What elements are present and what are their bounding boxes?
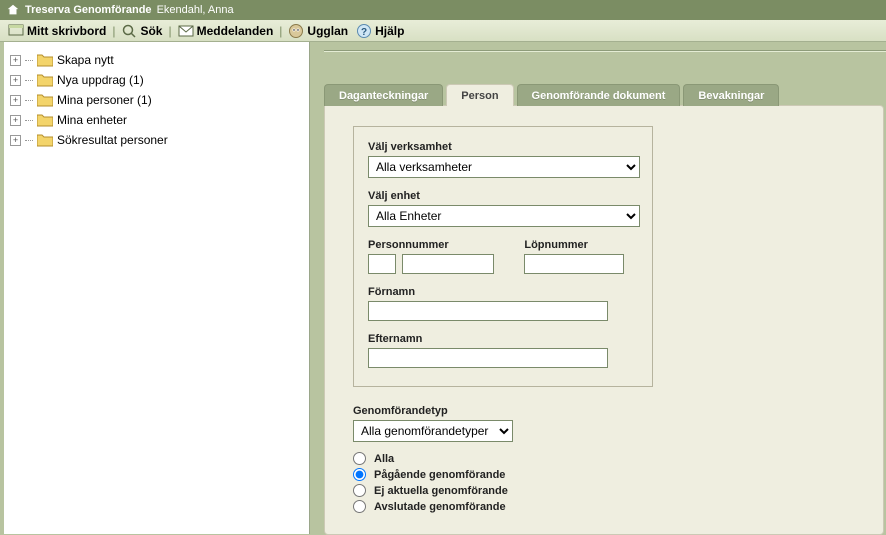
radio-avslutade[interactable]: Avslutade genomförande — [353, 500, 653, 513]
titlebar: Treserva Genomförande Ekendahl, Anna — [0, 0, 886, 20]
workspace: + Skapa nytt + Nya uppdrag (1) + — [0, 42, 886, 534]
tree-line — [25, 140, 33, 141]
tabs: Daganteckningar Person Genomförande doku… — [324, 84, 886, 106]
expand-icon[interactable]: + — [10, 55, 21, 66]
input-lopnummer[interactable] — [524, 254, 624, 274]
select-verksamhet[interactable]: Alla verksamheter — [368, 156, 640, 178]
separator: | — [277, 24, 284, 38]
menu-search[interactable]: Sök — [117, 23, 166, 39]
search-icon — [121, 23, 137, 39]
select-genomforandetyp[interactable]: Alla genomförandetyper — [353, 420, 513, 442]
desktop-icon — [8, 23, 24, 39]
status-radio-group: Alla Pågående genomförande Ej aktuella g… — [353, 452, 653, 513]
separator: | — [166, 24, 173, 38]
radio-ej-aktuella-label: Ej aktuella genomförande — [374, 485, 508, 497]
tree-item-skapa-nytt[interactable]: + Skapa nytt — [10, 50, 303, 70]
svg-text:?: ? — [361, 27, 367, 38]
tree-item-label: Nya uppdrag (1) — [57, 73, 144, 87]
menu-help[interactable]: ? Hjälp — [352, 23, 408, 39]
panel-person: Välj verksamhet Alla verksamheter Välj e… — [324, 105, 884, 535]
filter-section: Genomförandetyp Alla genomförandetyper A… — [353, 405, 653, 513]
label-personnummer: Personnummer — [368, 239, 494, 251]
menu-help-label: Hjälp — [375, 24, 404, 38]
folder-icon — [37, 113, 53, 127]
label-lopnummer: Löpnummer — [524, 239, 624, 251]
separator: | — [110, 24, 117, 38]
menu-desktop[interactable]: Mitt skrivbord — [4, 23, 110, 39]
label-fornamn: Förnamn — [368, 286, 638, 298]
menubar: Mitt skrivbord | Sök | Meddelanden | Ugg… — [0, 20, 886, 42]
menu-ugglan[interactable]: Ugglan — [284, 23, 352, 39]
input-personnummer[interactable] — [402, 254, 494, 274]
tree-item-label: Mina enheter — [57, 113, 127, 127]
radio-alla-input[interactable] — [353, 452, 366, 465]
search-fieldset: Välj verksamhet Alla verksamheter Välj e… — [353, 126, 653, 387]
expand-icon[interactable]: + — [10, 115, 21, 126]
menu-messages-label: Meddelanden — [197, 24, 274, 38]
folder-icon — [37, 93, 53, 107]
radio-avslutade-label: Avslutade genomförande — [374, 501, 506, 513]
select-enhet[interactable]: Alla Enheter — [368, 205, 640, 227]
tree-item-label: Skapa nytt — [57, 53, 114, 67]
radio-avslutade-input[interactable] — [353, 500, 366, 513]
radio-alla-label: Alla — [374, 453, 394, 465]
content-divider — [324, 50, 886, 52]
home-icon — [6, 3, 20, 17]
radio-alla[interactable]: Alla — [353, 452, 653, 465]
radio-pagaende-input[interactable] — [353, 468, 366, 481]
folder-icon — [37, 73, 53, 87]
tab-genomforande-dokument[interactable]: Genomförande dokument — [517, 84, 681, 106]
menu-messages[interactable]: Meddelanden — [174, 23, 278, 39]
tree-item-mina-enheter[interactable]: + Mina enheter — [10, 110, 303, 130]
tree-line — [25, 120, 33, 121]
tree-item-label: Mina personer (1) — [57, 93, 152, 107]
radio-ej-aktuella[interactable]: Ej aktuella genomförande — [353, 484, 653, 497]
tree-item-label: Sökresultat personer — [57, 133, 168, 147]
folder-icon — [37, 133, 53, 147]
messages-icon — [178, 23, 194, 39]
label-valj-enhet: Välj enhet — [368, 190, 638, 202]
help-icon: ? — [356, 23, 372, 39]
tab-person[interactable]: Person — [446, 84, 513, 106]
owl-icon — [288, 23, 304, 39]
menu-ugglan-label: Ugglan — [307, 24, 348, 38]
content-area: Daganteckningar Person Genomförande doku… — [310, 42, 886, 534]
menu-search-label: Sök — [140, 24, 162, 38]
sidebar: + Skapa nytt + Nya uppdrag (1) + — [0, 42, 310, 534]
folder-icon — [37, 53, 53, 67]
label-valj-verksamhet: Välj verksamhet — [368, 141, 638, 153]
tree-line — [25, 60, 33, 61]
expand-icon[interactable]: + — [10, 75, 21, 86]
titlebar-user: Ekendahl, Anna — [157, 0, 234, 20]
tab-bevakningar[interactable]: Bevakningar — [683, 84, 779, 106]
expand-icon[interactable]: + — [10, 95, 21, 106]
tree-item-mina-personer[interactable]: + Mina personer (1) — [10, 90, 303, 110]
label-genomforandetyp: Genomförandetyp — [353, 405, 653, 417]
radio-pagaende-label: Pågående genomförande — [374, 469, 505, 481]
input-efternamn[interactable] — [368, 348, 608, 368]
tree-item-sokresultat[interactable]: + Sökresultat personer — [10, 130, 303, 150]
radio-ej-aktuella-input[interactable] — [353, 484, 366, 497]
tree-line — [25, 80, 33, 81]
radio-pagaende[interactable]: Pågående genomförande — [353, 468, 653, 481]
app-title: Treserva Genomförande — [25, 0, 152, 20]
tree-list: + Skapa nytt + Nya uppdrag (1) + — [4, 42, 309, 158]
menu-desktop-label: Mitt skrivbord — [27, 24, 106, 38]
input-personnummer-century[interactable] — [368, 254, 396, 274]
tree-item-nya-uppdrag[interactable]: + Nya uppdrag (1) — [10, 70, 303, 90]
tab-daganteckningar[interactable]: Daganteckningar — [324, 84, 443, 106]
label-efternamn: Efternamn — [368, 333, 638, 345]
input-fornamn[interactable] — [368, 301, 608, 321]
tree-line — [25, 100, 33, 101]
expand-icon[interactable]: + — [10, 135, 21, 146]
